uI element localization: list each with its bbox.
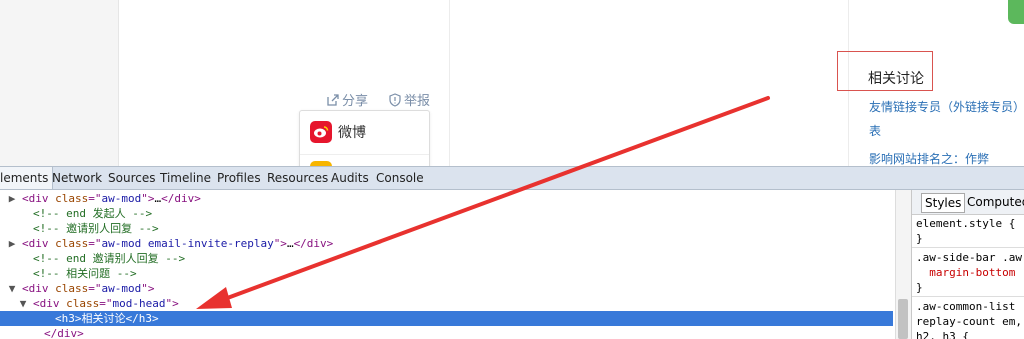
dom-token: </div>	[293, 237, 334, 250]
related-link[interactable]: 影响网站排名之：作弊	[869, 150, 989, 166]
tab-audits[interactable]: Audits	[331, 171, 369, 185]
dom-token: </div>	[161, 192, 201, 205]
dom-token: 相关讨论	[81, 312, 126, 325]
tab-elements[interactable]: lements	[0, 167, 54, 189]
dom-node[interactable]: <!-- 相关问题 -->	[0, 266, 893, 281]
related-link[interactable]: 友情链接专员（外链接专员）	[869, 98, 1024, 115]
tab-network[interactable]: Network	[52, 171, 102, 185]
tab-sources[interactable]: Sources	[108, 171, 155, 185]
style-rule-line[interactable]: .aw-side-bar .aw	[916, 250, 1022, 265]
dom-token: <!-- end 发起人 -->	[33, 207, 153, 220]
share-menu: 微博	[299, 110, 430, 166]
dom-token: ="	[88, 282, 102, 295]
dom-node[interactable]: </div>	[0, 326, 893, 339]
dom-token: class	[66, 297, 100, 310]
tab-profiles[interactable]: Profiles	[217, 171, 261, 185]
share-button[interactable]: 分享	[326, 90, 368, 109]
style-rule-line[interactable]: margin-bottom	[916, 265, 1015, 280]
tab-console[interactable]: Console	[376, 171, 424, 185]
related-link[interactable]: 表	[869, 122, 881, 139]
dom-token: ">	[141, 282, 155, 295]
expand-triangle-icon[interactable]: ▼	[0, 281, 22, 296]
dom-node[interactable]: ▶ <div class="aw-mod">…</div>	[0, 191, 893, 206]
dom-token: …	[286, 237, 294, 250]
menu-divider	[300, 154, 429, 155]
report-label: 举报	[404, 94, 431, 109]
tab-resources[interactable]: Resources	[267, 171, 328, 185]
dom-token: aw-mod	[101, 282, 142, 295]
dom-token: <!-- end 邀请别人回复 -->	[33, 252, 186, 265]
style-rule-line[interactable]: h2, h3 {	[916, 329, 969, 339]
dom-token: ="	[99, 297, 113, 310]
dom-token: <div	[22, 282, 56, 295]
dom-tree[interactable]: ▶ <div class="aw-mod">…</div> <!-- end 发起…	[0, 190, 895, 339]
scrollbar-thumb[interactable]	[898, 299, 908, 339]
dom-node[interactable]: <!-- end 发起人 -->	[0, 206, 893, 221]
style-rules: element.style {} .aw-side-bar .aw margin-…	[912, 214, 1024, 339]
style-rule-line[interactable]: replay-count em,	[916, 314, 1022, 329]
dom-token: class	[55, 192, 89, 205]
style-rule-line[interactable]: }	[916, 231, 923, 246]
dom-token: class	[55, 282, 89, 295]
related-title: 相关讨论	[868, 71, 924, 87]
share-icon	[326, 93, 340, 107]
report-button[interactable]: 举报	[388, 90, 430, 109]
dom-token: class	[55, 237, 89, 250]
dom-token: <!-- 相关问题 -->	[33, 267, 137, 280]
styles-pane: Styles Computed element.style {} .aw-side…	[911, 190, 1024, 339]
tab-timeline[interactable]: Timeline	[160, 171, 211, 185]
dom-token: mod-head	[112, 297, 166, 310]
dom-node[interactable]: ▼ <div class="mod-head">	[0, 296, 893, 311]
dom-node[interactable]: <!-- end 邀请别人回复 -->	[0, 251, 893, 266]
tab-styles[interactable]: Styles	[921, 193, 966, 213]
style-rule-line[interactable]: }	[916, 280, 923, 295]
dom-token: aw-mod email-invite-replay	[101, 237, 274, 250]
dom-token: ">	[141, 192, 155, 205]
dom-node[interactable]: ▼ <div class="aw-mod">	[0, 281, 893, 296]
expand-triangle-icon[interactable]: ▶	[0, 191, 22, 206]
weibo-label: 微博	[338, 125, 366, 141]
dom-token: <div	[33, 297, 67, 310]
dom-token: <div	[22, 192, 56, 205]
style-rule-line[interactable]: .aw-common-list	[916, 299, 1015, 314]
dom-token: <!-- 邀请别人回复 -->	[33, 222, 159, 235]
dom-token: <h3>	[55, 312, 82, 325]
dom-token: aw-mod	[101, 192, 142, 205]
green-button[interactable]	[1008, 0, 1024, 24]
column-divider	[449, 0, 450, 166]
expand-triangle-icon[interactable]: ▼	[0, 296, 33, 311]
webpage-viewport: 分享 举报 微博 相关讨论 友情链接专员（外链接专员） 表 影响网站排名之：作弊	[0, 0, 1024, 166]
dom-token: <div	[22, 237, 56, 250]
dom-token: ="	[88, 237, 102, 250]
dom-node-selected[interactable]: <h3>相关讨论</h3>	[0, 311, 893, 326]
weibo-icon	[310, 121, 332, 143]
dom-token: </h3>	[125, 312, 159, 325]
rule-divider	[912, 296, 1024, 297]
left-margin	[0, 0, 119, 166]
weibo-share-item[interactable]: 微博	[310, 121, 366, 143]
dom-token: ="	[88, 192, 102, 205]
expand-triangle-icon[interactable]: ▶	[0, 236, 22, 251]
dom-token: </div>	[44, 327, 84, 339]
dom-token: ">	[273, 237, 287, 250]
devtools-tabbar: lements Network Sources Timeline Profile…	[0, 166, 1024, 190]
style-rule-line[interactable]: element.style {	[916, 216, 1015, 231]
tab-computed[interactable]: Computed	[967, 194, 1024, 210]
dom-token: ">	[165, 297, 179, 310]
styles-tabbar: Styles Computed	[912, 190, 1024, 215]
rule-divider	[912, 247, 1024, 248]
share-label: 分享	[342, 94, 369, 109]
shield-icon	[388, 92, 402, 107]
dom-node[interactable]: ▶ <div class="aw-mod email-invite-replay…	[0, 236, 893, 251]
dom-node[interactable]: <!-- 邀请别人回复 -->	[0, 221, 893, 236]
devtools-panel: lements Network Sources Timeline Profile…	[0, 166, 1024, 339]
